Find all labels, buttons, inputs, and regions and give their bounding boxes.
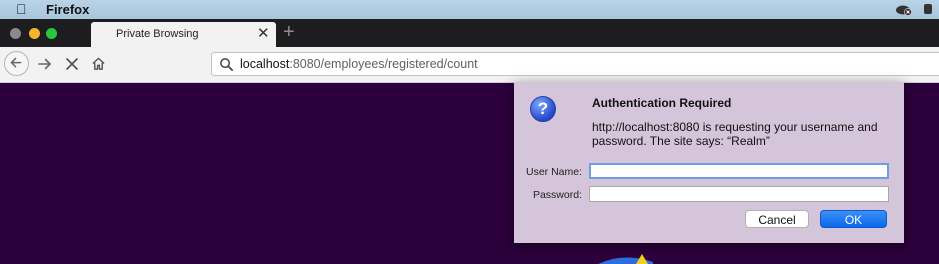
url-text: localhost:8080/employees/registered/coun… [240, 57, 478, 71]
url-bar[interactable]: localhost:8080/employees/registered/coun… [211, 52, 939, 76]
password-label: Password: [532, 189, 582, 201]
url-host: localhost [240, 57, 290, 71]
dialog-message: http://localhost:8080 is requesting your… [592, 120, 878, 148]
page-logo-fragment [598, 254, 653, 264]
window-minimize-button[interactable] [29, 28, 40, 39]
tab-label: Private Browsing [116, 28, 199, 40]
macos-menu-bar:  Firefox [0, 0, 939, 19]
ok-button[interactable]: OK [820, 210, 887, 228]
username-label: User Name: [525, 166, 582, 178]
home-icon[interactable] [91, 56, 106, 71]
window-fullscreen-button[interactable] [46, 28, 57, 39]
back-arrow-icon [10, 57, 22, 68]
url-path: :8080/employees/registered/count [289, 57, 478, 71]
tab-strip: Private Browsing ✕ + [0, 19, 939, 52]
app-menu-firefox[interactable]: Firefox [46, 2, 89, 17]
stop-icon[interactable] [65, 57, 79, 71]
navigation-bar: localhost:8080/employees/registered/coun… [0, 47, 939, 83]
cloud-sync-icon[interactable] [895, 2, 913, 16]
plus-icon[interactable]: + [283, 20, 295, 44]
password-field[interactable] [589, 186, 889, 202]
window-close-button[interactable] [10, 28, 21, 39]
back-button[interactable] [4, 51, 29, 76]
dialog-title: Authentication Required [592, 96, 732, 110]
forward-arrow-icon[interactable] [37, 56, 53, 72]
cancel-button[interactable]: Cancel [745, 210, 809, 228]
username-field[interactable] [589, 163, 889, 179]
search-icon [220, 58, 233, 71]
authentication-dialog: ? Authentication Required http://localho… [514, 82, 904, 243]
apple-icon[interactable]:  [16, 1, 27, 17]
question-icon: ? [530, 96, 556, 122]
close-icon[interactable]: ✕ [257, 25, 270, 43]
menubar-extra-icon[interactable] [919, 2, 937, 16]
